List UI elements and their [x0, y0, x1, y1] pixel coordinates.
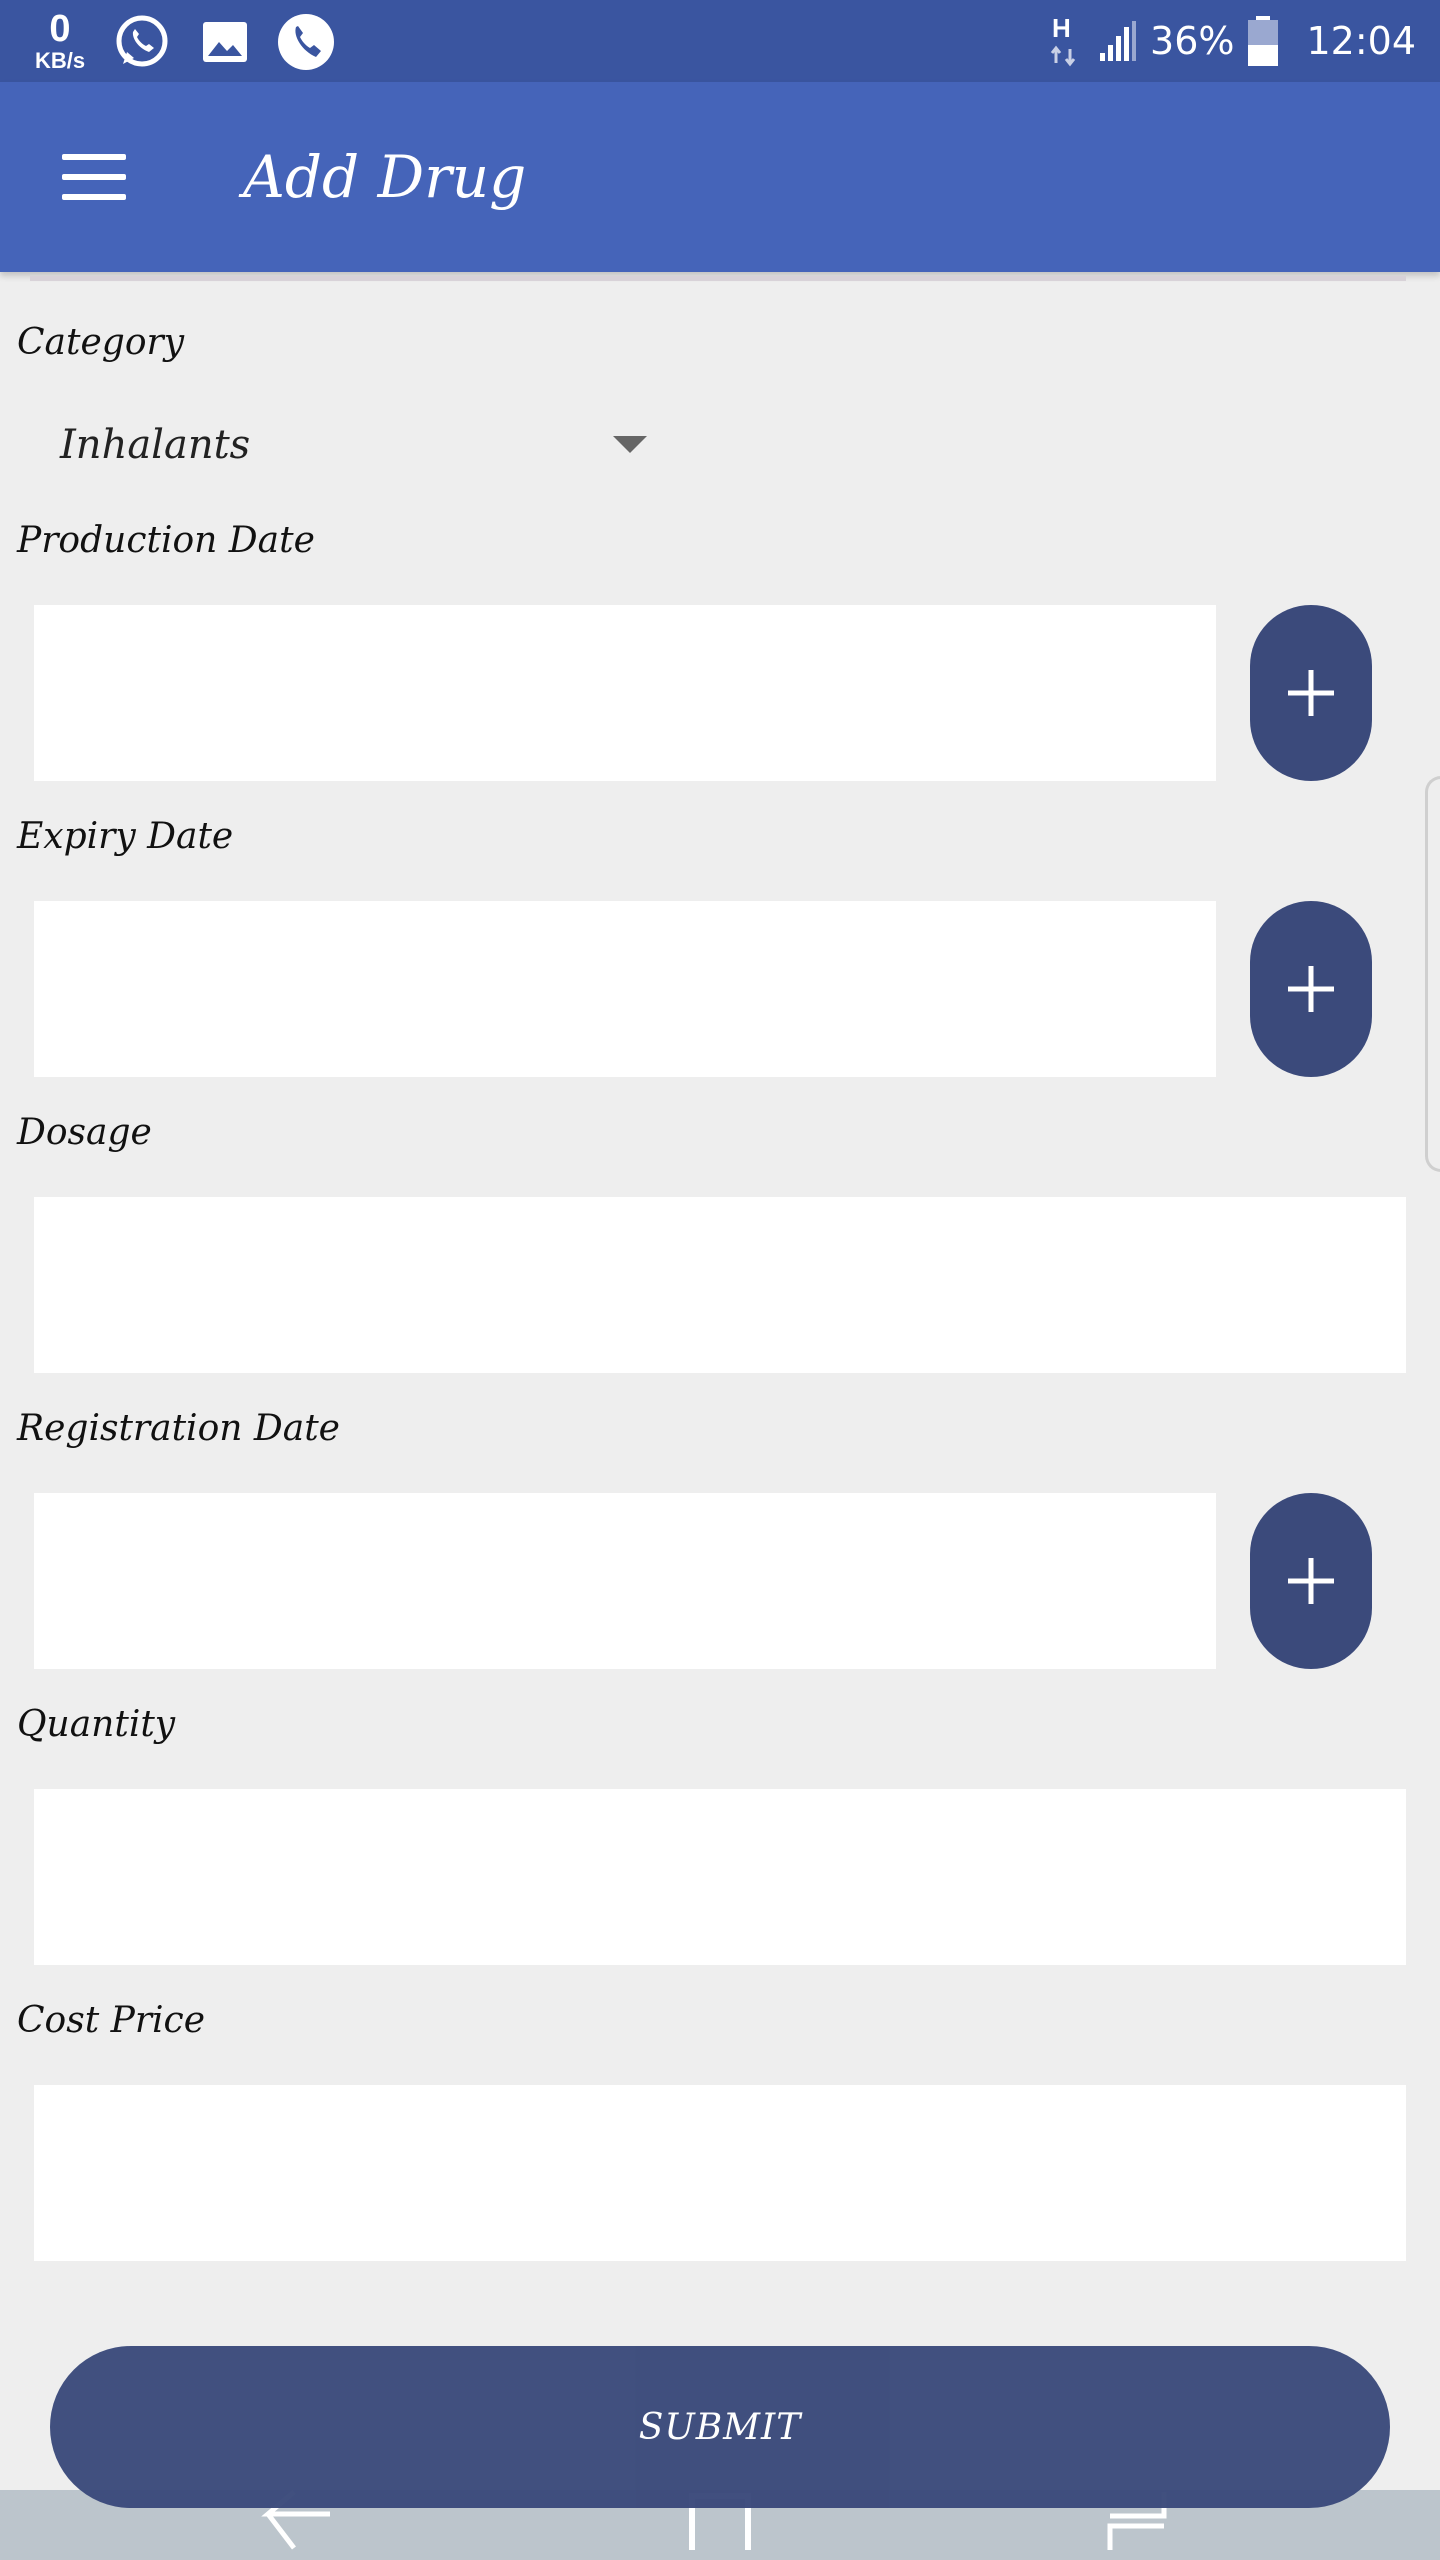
registration-date-add-button[interactable] — [1250, 1493, 1372, 1669]
production-date-label: Production Date — [17, 520, 315, 561]
registration-date-label: Registration Date — [17, 1408, 340, 1449]
category-selected-value: Inhalants — [60, 422, 251, 468]
data-rate-indicator: 0 KB/s — [28, 10, 92, 72]
cost-price-label: Cost Price — [17, 2000, 206, 2041]
battery-icon — [1248, 16, 1279, 66]
signal-icon — [1100, 21, 1137, 61]
gallery-icon — [203, 22, 247, 62]
dosage-label: Dosage — [17, 1112, 152, 1153]
cost-price-field[interactable] — [34, 2085, 1406, 2261]
dosage-field[interactable] — [34, 1197, 1406, 1373]
app-bar: Add Drug — [0, 82, 1440, 272]
category-label: Category — [17, 322, 185, 363]
menu-button[interactable] — [50, 137, 140, 217]
registration-date-field[interactable] — [34, 1493, 1216, 1669]
production-date-field[interactable] — [34, 605, 1216, 781]
quantity-field[interactable] — [34, 1789, 1406, 1965]
hamburger-icon-line — [62, 154, 126, 160]
status-right: H 36% 12:04 — [1046, 0, 1416, 82]
dropdown-arrow-icon — [613, 436, 647, 453]
scroll-handle[interactable] — [1425, 776, 1440, 1172]
expiry-date-add-button[interactable] — [1250, 901, 1372, 1077]
phone-call-icon — [278, 14, 334, 70]
clock: 12:04 — [1306, 19, 1416, 63]
expiry-date-label: Expiry Date — [17, 816, 234, 857]
hamburger-icon-line — [62, 194, 126, 200]
divider — [30, 276, 1406, 281]
plus-icon — [1288, 670, 1334, 716]
whatsapp-icon — [116, 15, 168, 67]
category-dropdown[interactable]: Inhalants — [60, 410, 660, 480]
network-type-indicator: H — [1046, 11, 1086, 71]
data-arrows-icon — [1050, 45, 1076, 67]
battery-percent: 36% — [1150, 19, 1235, 63]
plus-icon — [1288, 966, 1334, 1012]
status-bar: 0 KB/s H 36% 12:04 — [0, 0, 1440, 82]
hamburger-icon-line — [62, 174, 126, 180]
production-date-add-button[interactable] — [1250, 605, 1372, 781]
data-rate-unit: KB/s — [34, 48, 86, 73]
quantity-label: Quantity — [17, 1704, 176, 1745]
plus-icon — [1288, 1558, 1334, 1604]
data-rate-value: 0 — [49, 8, 71, 50]
expiry-date-field[interactable] — [34, 901, 1216, 1077]
submit-button[interactable]: SUBMIT — [50, 2346, 1390, 2508]
page-title: Add Drug — [243, 143, 527, 211]
